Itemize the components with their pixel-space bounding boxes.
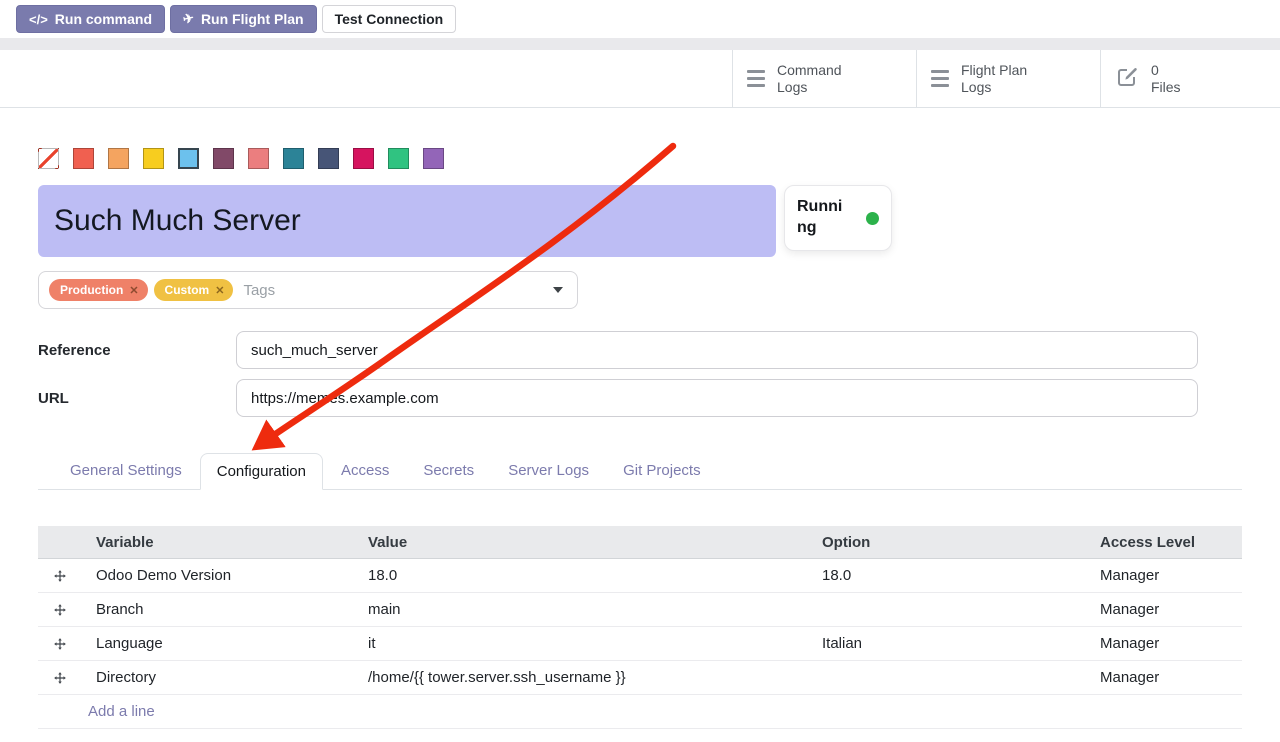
tab-configuration[interactable]: Configuration xyxy=(200,453,323,490)
files-label: Files xyxy=(1151,79,1237,96)
cell-access[interactable]: Manager xyxy=(1086,567,1242,584)
table-row: Language it Italian Manager xyxy=(38,627,1242,661)
color-swatch-salmon[interactable] xyxy=(248,148,269,169)
color-swatch-green[interactable] xyxy=(388,148,409,169)
color-swatch-teal[interactable] xyxy=(283,148,304,169)
remove-tag-icon[interactable]: ✕ xyxy=(215,284,224,297)
column-option: Option xyxy=(808,534,1086,551)
files-count-label: 0 Files xyxy=(1151,62,1237,96)
tab-server-logs[interactable]: Server Logs xyxy=(492,453,605,489)
color-swatch-none[interactable] xyxy=(38,148,59,169)
tab-bar: General Settings Configuration Access Se… xyxy=(38,453,1242,490)
cell-value[interactable]: /home/{{ tower.server.ssh_username }} xyxy=(354,669,808,686)
cell-access[interactable]: Manager xyxy=(1086,635,1242,652)
drag-handle-icon[interactable] xyxy=(38,637,82,651)
reference-label: Reference xyxy=(38,342,236,359)
tags-input[interactable]: Production ✕ Custom ✕ Tags xyxy=(38,271,578,309)
cell-value[interactable]: main xyxy=(354,601,808,618)
status-label: Running xyxy=(797,197,849,239)
column-value: Value xyxy=(354,534,808,551)
status-card[interactable]: Running xyxy=(784,185,892,251)
tag-production-label: Production xyxy=(60,283,123,297)
url-label: URL xyxy=(38,390,236,407)
tab-general-settings[interactable]: General Settings xyxy=(54,453,198,489)
header-bar: Command Logs Flight Plan Logs 0 Files xyxy=(0,50,1280,108)
top-toolbar: </> Run command ✈ Run Flight Plan Test C… xyxy=(0,0,1280,38)
add-a-line-link[interactable]: Add a line xyxy=(38,695,1242,729)
code-icon: </> xyxy=(29,12,48,27)
color-swatch-orange[interactable] xyxy=(108,148,129,169)
test-connection-button[interactable]: Test Connection xyxy=(322,5,457,33)
tab-secrets[interactable]: Secrets xyxy=(407,453,490,489)
main-content: Such Much Server Running Production ✕ Cu… xyxy=(0,148,1280,729)
files-button[interactable]: 0 Files xyxy=(1100,50,1280,107)
cell-variable[interactable]: Branch xyxy=(82,601,354,618)
caret-down-icon[interactable] xyxy=(553,287,563,293)
menu-icon xyxy=(931,70,949,87)
drag-handle-icon[interactable] xyxy=(38,671,82,685)
flight-plan-logs-button[interactable]: Flight Plan Logs xyxy=(916,50,1100,107)
url-input[interactable]: https://memes.example.com xyxy=(236,379,1198,417)
drag-handle-icon[interactable] xyxy=(38,603,82,617)
status-dot-icon xyxy=(866,212,879,225)
cell-value[interactable]: it xyxy=(354,635,808,652)
color-swatch-dark-purple[interactable] xyxy=(213,148,234,169)
tag-production: Production ✕ xyxy=(49,279,148,301)
page: </> Run command ✈ Run Flight Plan Test C… xyxy=(0,0,1280,742)
column-variable: Variable xyxy=(82,534,354,551)
drag-handle-icon[interactable] xyxy=(38,569,82,583)
color-swatch-yellow[interactable] xyxy=(143,148,164,169)
cell-variable[interactable]: Directory xyxy=(82,669,354,686)
tag-custom-label: Custom xyxy=(165,283,210,297)
run-flight-plan-label: Run Flight Plan xyxy=(201,11,304,27)
tab-git-projects[interactable]: Git Projects xyxy=(607,453,717,489)
tag-custom: Custom ✕ xyxy=(154,279,234,301)
table-row: Branch main Manager xyxy=(38,593,1242,627)
run-command-label: Run command xyxy=(55,11,152,27)
run-flight-plan-button[interactable]: ✈ Run Flight Plan xyxy=(170,5,317,33)
column-access-level: Access Level xyxy=(1086,534,1242,551)
test-connection-label: Test Connection xyxy=(335,11,444,27)
cell-value[interactable]: 18.0 xyxy=(354,567,808,584)
cell-variable[interactable]: Language xyxy=(82,635,354,652)
cell-option[interactable]: 18.0 xyxy=(808,567,1086,584)
paper-plane-icon: ✈ xyxy=(181,10,195,28)
cell-variable[interactable]: Odoo Demo Version xyxy=(82,567,354,584)
command-logs-label: Command Logs xyxy=(777,62,863,96)
table-row: Directory /home/{{ tower.server.ssh_user… xyxy=(38,661,1242,695)
color-swatch-violet[interactable] xyxy=(423,148,444,169)
command-logs-button[interactable]: Command Logs xyxy=(732,50,916,107)
run-command-button[interactable]: </> Run command xyxy=(16,5,165,33)
reference-input[interactable]: such_much_server xyxy=(236,331,1198,369)
remove-tag-icon[interactable]: ✕ xyxy=(129,284,138,297)
color-palette xyxy=(38,148,1242,169)
tab-access[interactable]: Access xyxy=(325,453,405,489)
color-swatch-raspberry[interactable] xyxy=(353,148,374,169)
cell-access[interactable]: Manager xyxy=(1086,601,1242,618)
form-fields: Reference such_much_server URL https://m… xyxy=(38,331,1242,417)
server-name-input[interactable]: Such Much Server xyxy=(38,185,776,257)
menu-icon xyxy=(747,70,765,87)
tags-placeholder: Tags xyxy=(243,282,275,299)
configuration-table: Variable Value Option Access Level Odoo … xyxy=(38,526,1242,729)
table-row: Odoo Demo Version 18.0 18.0 Manager xyxy=(38,559,1242,593)
divider-band xyxy=(0,38,1280,50)
flight-plan-logs-label: Flight Plan Logs xyxy=(961,62,1047,96)
title-row: Such Much Server Running xyxy=(38,185,1242,257)
files-count: 0 xyxy=(1151,62,1237,79)
color-swatch-navy[interactable] xyxy=(318,148,339,169)
edit-icon xyxy=(1115,64,1139,93)
cell-access[interactable]: Manager xyxy=(1086,669,1242,686)
cell-option[interactable]: Italian xyxy=(808,635,1086,652)
color-swatch-cyan[interactable] xyxy=(178,148,199,169)
table-header: Variable Value Option Access Level xyxy=(38,526,1242,559)
color-swatch-red[interactable] xyxy=(73,148,94,169)
